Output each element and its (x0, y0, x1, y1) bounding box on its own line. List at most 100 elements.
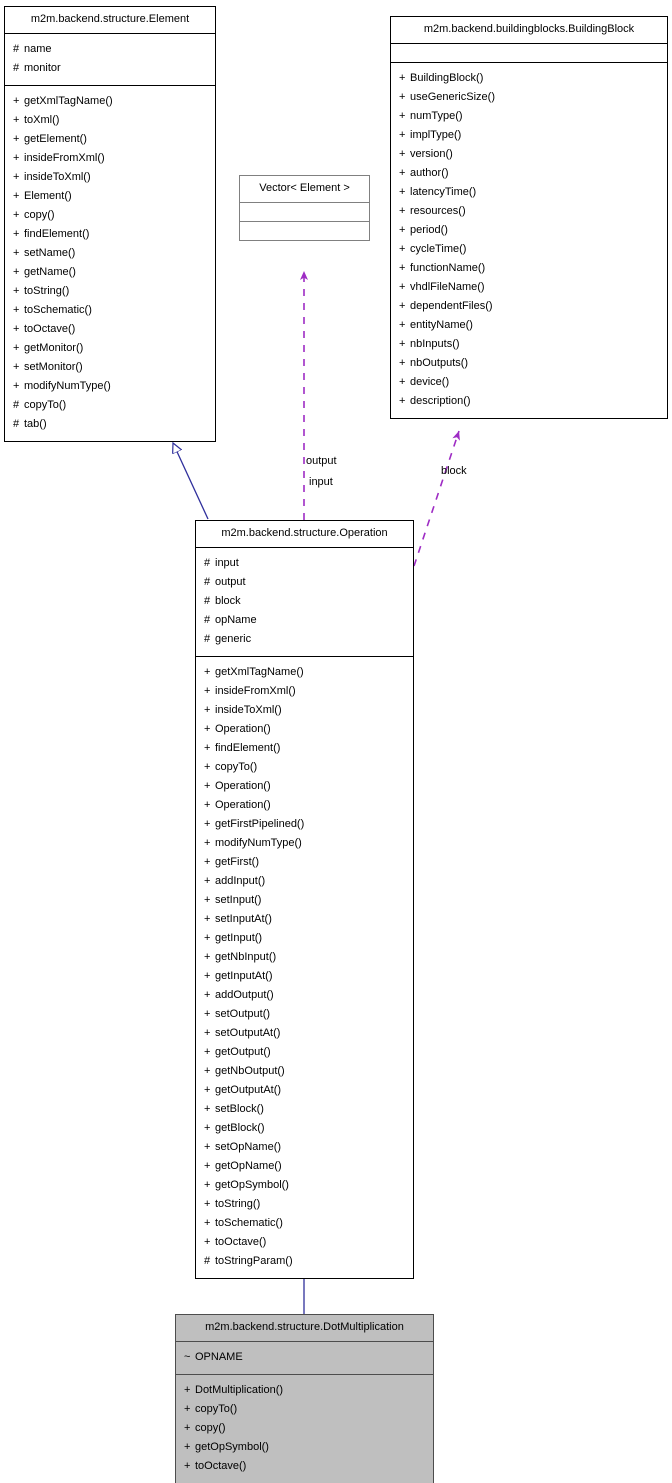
member-visibility: + (13, 285, 20, 297)
member-visibility: + (204, 1084, 211, 1096)
member-label: copy() (24, 209, 55, 221)
class-attributes-dotmultiplication: ~ OPNAME (176, 1341, 433, 1374)
member-label: numType() (410, 110, 463, 122)
member-label: copyTo() (24, 399, 67, 411)
member-label: BuildingBlock() (410, 72, 484, 84)
member-visibility: + (399, 395, 406, 407)
class-member: + setBlock() (204, 1100, 405, 1119)
member-visibility: + (204, 951, 211, 963)
member-label: toString() (215, 1198, 261, 1210)
member-visibility: + (13, 152, 20, 164)
member-visibility: + (13, 114, 20, 126)
class-member: + getFirstPipelined() (204, 815, 405, 834)
class-attributes-element: # name # monitor (5, 33, 215, 85)
member-label: getOutput() (215, 1046, 271, 1058)
class-member: # tab() (13, 415, 207, 434)
member-visibility: + (204, 1027, 211, 1039)
member-label: getNbOutput() (215, 1065, 285, 1077)
member-visibility: + (204, 875, 211, 887)
class-name-vector: Vector< Element > (240, 176, 369, 202)
member-label: getBlock() (215, 1122, 265, 1134)
member-label: dependentFiles() (410, 300, 493, 312)
member-visibility: + (399, 148, 406, 160)
class-member: + toSchematic() (204, 1214, 405, 1233)
member-label: getXmlTagName() (24, 95, 113, 107)
member-label: getInput() (215, 932, 263, 944)
member-visibility: + (204, 970, 211, 982)
member-visibility: + (13, 380, 20, 392)
member-label: getOutputAt() (215, 1084, 282, 1096)
class-member: ~ OPNAME (184, 1348, 425, 1367)
member-label: copy() (195, 1422, 226, 1434)
member-label: resources() (410, 205, 466, 217)
class-member: + findElement() (13, 225, 207, 244)
member-label: insideFromXml() (24, 152, 105, 164)
class-member: # monitor (13, 59, 207, 78)
member-label: toStringParam() (215, 1255, 293, 1267)
class-member: + useGenericSize() (399, 88, 659, 107)
member-visibility: + (399, 281, 406, 293)
member-visibility: + (399, 91, 406, 103)
member-visibility: + (399, 376, 406, 388)
member-label: insideToXml() (24, 171, 91, 183)
class-member: + getMonitor() (13, 339, 207, 358)
member-visibility: + (13, 247, 20, 259)
edge-element-operation (173, 443, 209, 520)
member-label: setInputAt() (215, 913, 272, 925)
class-name-buildingblock: m2m.backend.buildingblocks.BuildingBlock (391, 17, 667, 43)
member-visibility: + (204, 761, 211, 773)
member-visibility: + (204, 1160, 211, 1172)
class-name-operation: m2m.backend.structure.Operation (196, 521, 413, 547)
class-box-buildingblock[interactable]: m2m.backend.buildingblocks.BuildingBlock… (390, 16, 668, 419)
member-label: getElement() (24, 133, 87, 145)
member-label: useGenericSize() (410, 91, 495, 103)
member-visibility: + (399, 110, 406, 122)
member-visibility: + (204, 1008, 211, 1020)
member-label: getOpSymbol() (215, 1179, 289, 1191)
class-member: + latencyTime() (399, 183, 659, 202)
member-visibility: # (204, 633, 211, 645)
class-member: # generic (204, 630, 405, 649)
member-visibility: # (204, 614, 211, 626)
member-label: setName() (24, 247, 76, 259)
class-member: + toSchematic() (13, 301, 207, 320)
class-member: # name (13, 40, 207, 59)
member-label: toString() (24, 285, 70, 297)
member-visibility: # (204, 576, 211, 588)
class-member: + nbInputs() (399, 335, 659, 354)
class-member: + description() (399, 392, 659, 411)
member-label: Operation() (215, 799, 271, 811)
class-operations-vector (240, 221, 369, 240)
member-visibility: + (204, 1198, 211, 1210)
class-member: + getOutput() (204, 1043, 405, 1062)
class-operations-operation: + getXmlTagName() + insideFromXml() + insideT… (196, 656, 413, 1278)
member-visibility: + (184, 1460, 191, 1472)
member-visibility: + (13, 342, 20, 354)
member-visibility: # (13, 43, 20, 55)
member-label: toSchematic() (24, 304, 92, 316)
class-operations-dotmultiplication: + DotMultiplication() + copyTo() + copy() + get… (176, 1374, 433, 1483)
class-member: + insideToXml() (13, 168, 207, 187)
class-member: + addInput() (204, 872, 405, 891)
member-visibility: + (204, 1065, 211, 1077)
class-box-element[interactable]: m2m.backend.structure.Element # name # moni… (4, 6, 216, 442)
member-label: modifyNumType() (24, 380, 111, 392)
member-visibility: # (204, 1255, 211, 1267)
class-member: + toString() (204, 1195, 405, 1214)
class-box-operation[interactable]: m2m.backend.structure.Operation # input # o… (195, 520, 414, 1279)
member-label: functionName() (410, 262, 486, 274)
member-visibility: + (204, 818, 211, 830)
class-member: + toOctave() (204, 1233, 405, 1252)
member-visibility: # (13, 62, 20, 74)
member-visibility: + (184, 1384, 191, 1396)
member-visibility: + (184, 1441, 191, 1453)
member-visibility: + (399, 72, 406, 84)
member-label: getNbInput() (215, 951, 277, 963)
class-box-vector[interactable]: Vector< Element > (239, 175, 370, 241)
member-label: nbOutputs() (410, 357, 469, 369)
member-label: tab() (24, 418, 47, 430)
class-box-dotmultiplication[interactable]: m2m.backend.structure.DotMultiplication … (175, 1314, 434, 1483)
member-label: copyTo() (195, 1403, 238, 1415)
member-visibility: # (204, 595, 211, 607)
class-member: + nbOutputs() (399, 354, 659, 373)
